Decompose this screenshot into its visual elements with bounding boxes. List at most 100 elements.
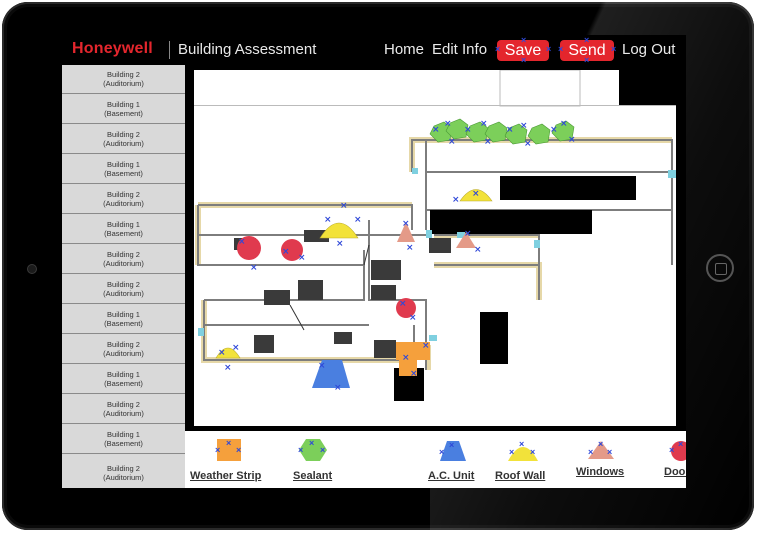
building-list-item[interactable]: Building 1 (Basement) xyxy=(62,155,185,184)
svg-text:×: × xyxy=(678,439,683,449)
building-list-item[interactable]: Building 1 (Basement) xyxy=(62,365,185,394)
building-area: (Basement) xyxy=(104,229,143,238)
building-list-item[interactable]: Building 1 (Basement) xyxy=(62,425,185,454)
svg-text:×: × xyxy=(669,445,674,455)
save-marker-top-icon: × xyxy=(521,35,527,45)
building-area: (Basement) xyxy=(104,169,143,178)
brand-logo: Honeywell xyxy=(72,40,153,57)
building-name: Building 1 xyxy=(107,430,140,439)
svg-text:×: × xyxy=(236,445,241,455)
building-list-item[interactable]: Building 2 (Auditorium) xyxy=(62,335,185,364)
svg-text:×: × xyxy=(218,348,226,358)
legend-label-weather-strip[interactable]: Weather Strip xyxy=(190,470,261,482)
svg-text:×: × xyxy=(448,137,456,147)
roof-wall-icon: × × × xyxy=(508,439,538,461)
svg-text:×: × xyxy=(298,253,306,263)
building-name: Building 1 xyxy=(107,370,140,379)
svg-text:×: × xyxy=(406,243,414,253)
building-list: Building 2 (Auditorium) Building 1 (Baseme… xyxy=(62,65,185,488)
app-title: Building Assessment xyxy=(178,41,317,58)
building-area: (Auditorium) xyxy=(103,349,144,358)
svg-text:×: × xyxy=(324,215,332,225)
legend-label-roof-wall[interactable]: Roof Wall xyxy=(495,470,545,482)
svg-text:×: × xyxy=(410,369,418,379)
svg-text:×: × xyxy=(444,119,452,129)
svg-text:×: × xyxy=(452,195,460,205)
building-list-item[interactable]: Building 2 (Auditorium) xyxy=(62,275,185,304)
building-area: (Basement) xyxy=(104,379,143,388)
svg-text:×: × xyxy=(480,119,488,129)
legend-label-sealant[interactable]: Sealant xyxy=(293,470,332,482)
svg-text:×: × xyxy=(449,440,454,450)
building-list-item[interactable]: Building 2 (Auditorium) xyxy=(62,125,185,154)
legend-ac-unit[interactable]: × × xyxy=(439,439,467,468)
nav-home-link[interactable]: Home xyxy=(384,41,424,58)
home-button-icon[interactable] xyxy=(706,254,734,282)
building-list-item[interactable]: Building 2 (Auditorium) xyxy=(62,395,185,424)
legend-sealant[interactable]: × × × xyxy=(298,437,328,468)
svg-text:×: × xyxy=(474,245,482,255)
svg-text:×: × xyxy=(232,343,240,353)
floor-plan-canvas[interactable]: × × × × × × × × × × × × × × × × × × × × × × × × × × × × × × … xyxy=(194,70,676,426)
building-area: (Auditorium) xyxy=(103,139,144,148)
building-area: (Auditorium) xyxy=(103,409,144,418)
marker-legend: × × × Weather Strip × × × Sealant × × A.… xyxy=(185,431,686,488)
nav-logout-link[interactable]: Log Out xyxy=(622,41,675,58)
building-name: Building 2 xyxy=(107,70,140,79)
svg-text:×: × xyxy=(568,135,576,145)
svg-text:×: × xyxy=(215,445,220,455)
building-list-item[interactable]: Building 2 (Auditorium) xyxy=(62,185,185,214)
building-list-item[interactable]: Building 2 (Auditorium) xyxy=(62,245,185,274)
save-marker-bottom-icon: × xyxy=(521,55,527,65)
building-name: Building 1 xyxy=(107,160,140,169)
svg-text:×: × xyxy=(318,361,326,371)
svg-text:×: × xyxy=(520,121,528,131)
svg-text:×: × xyxy=(506,125,514,135)
svg-text:×: × xyxy=(309,438,314,448)
building-area: (Basement) xyxy=(104,319,143,328)
building-list-item[interactable]: Building 2 (Auditorium) xyxy=(62,65,185,94)
legend-windows[interactable]: × × × xyxy=(586,439,616,466)
building-name: Building 1 xyxy=(107,310,140,319)
svg-text:×: × xyxy=(432,125,440,135)
svg-text:×: × xyxy=(399,299,407,309)
legend-label-windows[interactable]: Windows xyxy=(576,466,624,478)
legend-weather-strip[interactable]: × × × xyxy=(215,437,243,468)
building-area: (Auditorium) xyxy=(103,473,144,482)
building-area: (Auditorium) xyxy=(103,199,144,208)
header-divider xyxy=(169,41,170,59)
svg-text:×: × xyxy=(464,229,472,239)
building-list-item[interactable]: Building 2 (Auditorium) xyxy=(62,455,185,488)
send-marker-top-icon: × xyxy=(584,35,590,45)
svg-text:×: × xyxy=(550,125,558,135)
svg-text:×: × xyxy=(530,447,535,457)
building-name: Building 2 xyxy=(107,340,140,349)
building-list-item[interactable]: Building 1 (Basement) xyxy=(62,305,185,334)
svg-text:×: × xyxy=(509,447,514,457)
building-name: Building 2 xyxy=(107,130,140,139)
svg-text:×: × xyxy=(524,139,532,149)
building-area: (Auditorium) xyxy=(103,289,144,298)
svg-text:×: × xyxy=(238,237,246,247)
nav-edit-info-link[interactable]: Edit Info xyxy=(432,41,487,58)
send-marker-left-icon: × xyxy=(558,44,564,54)
svg-text:×: × xyxy=(598,439,603,449)
svg-text:×: × xyxy=(464,125,472,135)
doors-icon: × × × xyxy=(669,439,686,461)
save-marker-left-icon: × xyxy=(495,44,501,54)
svg-text:×: × xyxy=(519,439,524,449)
svg-text:×: × xyxy=(560,119,568,129)
svg-text:×: × xyxy=(334,383,342,393)
legend-doors[interactable]: × × × xyxy=(669,439,686,468)
legend-roof-wall[interactable]: × × × xyxy=(507,439,539,468)
send-marker-bottom-icon: × xyxy=(584,55,590,65)
svg-text:×: × xyxy=(484,137,492,147)
svg-text:×: × xyxy=(472,189,480,199)
legend-label-doors[interactable]: Doors xyxy=(664,466,686,478)
building-area: (Basement) xyxy=(104,439,143,448)
building-area: (Auditorium) xyxy=(103,79,144,88)
building-list-item[interactable]: Building 1 (Basement) xyxy=(62,215,185,244)
building-list-item[interactable]: Building 1 (Basement) xyxy=(62,95,185,124)
legend-label-ac-unit[interactable]: A.C. Unit xyxy=(428,470,474,482)
building-area: (Basement) xyxy=(104,109,143,118)
